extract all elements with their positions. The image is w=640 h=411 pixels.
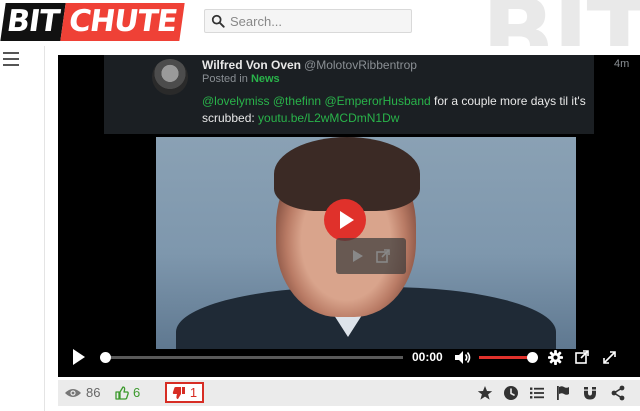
fullscreen-icon[interactable] [602, 350, 617, 365]
tweet-author-handle: @MolotovRibbentrop [304, 58, 417, 72]
video-action-bar: 86 6 1 [58, 380, 640, 406]
progress-handle[interactable] [100, 352, 111, 363]
tweet-mention: @EmperorHusband [324, 94, 431, 108]
time-readout: 00:00 [412, 350, 443, 364]
search-box[interactable] [204, 9, 412, 33]
player-controls: 00:00 [58, 339, 640, 377]
thumbs-up-icon [115, 385, 129, 400]
likes-count: 6 [133, 385, 141, 400]
site-header: BIT BIT CHUTE [0, 0, 640, 46]
logo-bit-text: BIT [0, 3, 66, 41]
magnet-icon[interactable] [582, 385, 598, 401]
tweet-author-name: Wilfred Von Oven [202, 58, 302, 72]
tweet-card: Wilfred Von Oven @MolotovRibbentrop 4m Po… [104, 55, 629, 134]
flag-icon[interactable] [555, 385, 571, 401]
header-watermark: BIT [482, 0, 640, 46]
video-player[interactable]: Wilfred Von Oven @MolotovRibbentrop 4m Po… [58, 55, 640, 377]
logo-chute-text: CHUTE [59, 3, 185, 41]
clock-icon[interactable] [503, 385, 519, 401]
volume-fill [479, 356, 533, 359]
eye-icon [65, 388, 81, 397]
view-count: 86 [64, 385, 100, 400]
views-count: 86 [86, 385, 101, 400]
dislike-button[interactable]: 1 [165, 382, 204, 403]
overlay-external-icon[interactable] [376, 249, 390, 263]
tweet-mention: @lovelymiss [202, 94, 270, 108]
popout-icon[interactable] [575, 350, 589, 364]
list-icon[interactable] [529, 385, 545, 401]
search-input[interactable] [230, 13, 410, 29]
share-icon[interactable] [610, 385, 626, 401]
volume-handle[interactable] [527, 352, 539, 363]
tweet-body: @lovelymiss @thefinn @EmperorHusband for… [202, 93, 632, 127]
play-icon[interactable] [72, 349, 86, 365]
embed-overlay [336, 238, 406, 274]
volume-icon[interactable] [455, 350, 471, 365]
tweet-posted-in: Posted in News [202, 73, 280, 85]
progress-bar[interactable] [105, 356, 403, 359]
tweet-channel: News [250, 73, 280, 85]
tweet-avatar [152, 59, 188, 95]
dislikes-count: 1 [189, 385, 198, 400]
tweet-mention: @thefinn [272, 94, 322, 108]
posted-in-label: Posted in [202, 73, 248, 85]
big-play-button[interactable] [324, 199, 366, 241]
like-button[interactable]: 6 [115, 385, 140, 400]
bitchute-logo[interactable]: BIT CHUTE [0, 3, 185, 41]
thumbs-down-icon [172, 386, 185, 399]
search-icon[interactable] [211, 14, 225, 28]
play-icon [340, 211, 354, 229]
hamburger-menu-icon[interactable] [3, 52, 19, 66]
tweet-time: 4m [614, 58, 630, 70]
tweet-link: youtu.be/L2wMCDmN1Dw [258, 111, 400, 125]
star-icon[interactable] [477, 385, 493, 401]
settings-gear-icon[interactable] [548, 350, 563, 365]
overlay-play-icon[interactable] [352, 250, 364, 262]
sidebar-divider [44, 46, 45, 411]
tweet-author: Wilfred Von Oven @MolotovRibbentrop [202, 58, 417, 72]
